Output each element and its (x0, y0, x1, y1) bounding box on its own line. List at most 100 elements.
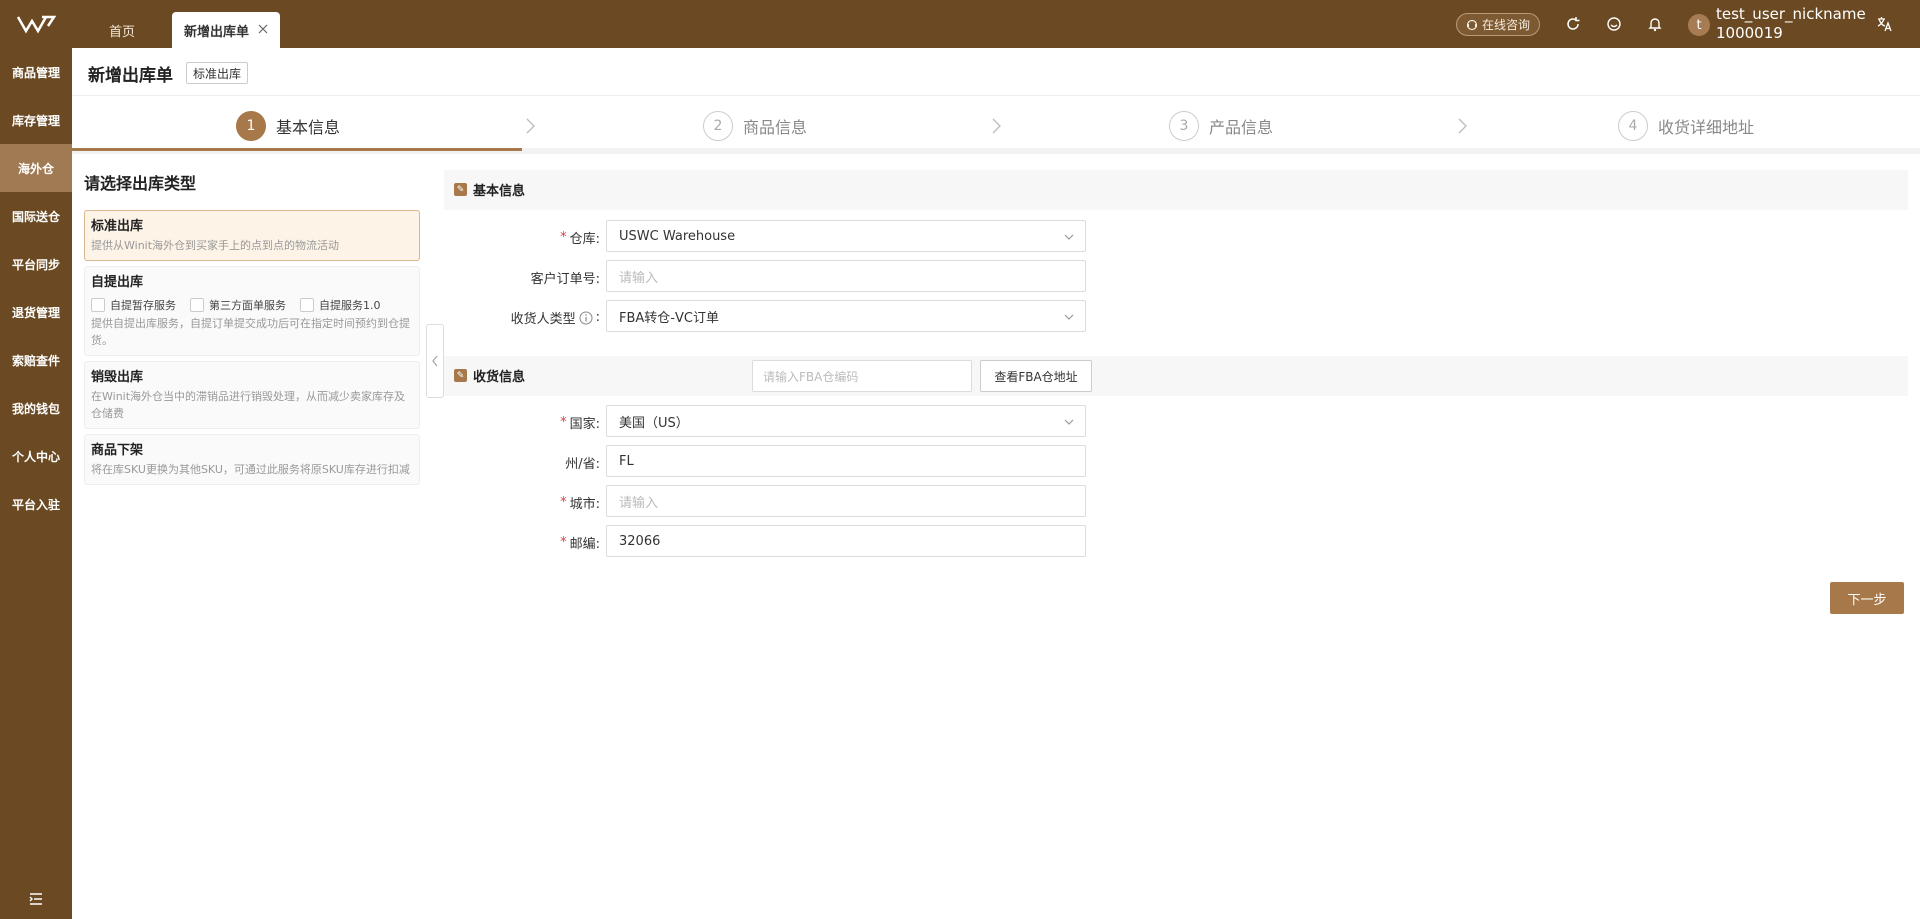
outbound-type-panel: 请选择出库类型 标准出库 提供从Winit海外仓到买家手上的点到点的物流活动 自… (84, 170, 420, 490)
state-input[interactable]: FL (606, 445, 1086, 477)
checkbox-temp-storage[interactable]: 自提暂存服务 (91, 297, 176, 313)
type-name: 标准出库 (91, 219, 144, 234)
section-title: ✎ 收货信息 (454, 366, 525, 385)
translate-icon[interactable] (1874, 14, 1894, 34)
checkbox-label: 自提服务1.0 (319, 299, 381, 312)
step-label: 产品信息 (1209, 118, 1274, 137)
tab-home[interactable]: 首页 (90, 12, 154, 48)
row-country: * 国家: 美国（US） (444, 405, 1144, 437)
order-number-input[interactable]: 请输入 (606, 260, 1086, 292)
top-bar: 首页 新增出库单 在线咨询 t test_user_nickname 10000… (0, 0, 1920, 48)
sidebar-item-platform-sync[interactable]: 平台同步 (0, 240, 72, 288)
sidebar-item-inventory[interactable]: 库存管理 (0, 96, 72, 144)
sidebar-item-returns[interactable]: 退货管理 (0, 288, 72, 336)
row-city: * 城市: 请输入 (444, 485, 1144, 517)
close-icon[interactable] (256, 22, 270, 36)
checkbox-label: 自提暂存服务 (110, 299, 176, 312)
type-card-destroy[interactable]: 销毁出库 在Winit海外仓当中的滞销品进行销毁处理，从而减少卖家库存及仓储费 (84, 361, 420, 429)
type-card-self-pickup[interactable]: 自提出库 自提暂存服务 第三方面单服务 自提服务1.0 提供自提出库服务，自提订… (84, 266, 420, 356)
sidebar-item-overseas-warehouse[interactable]: 海外仓 (0, 144, 72, 192)
logo[interactable] (0, 0, 72, 48)
view-fba-address-button[interactable]: 查看FBA仓地址 (980, 360, 1092, 392)
row-consignee-type: 收货人类型 : FBA转仓-VC订单 (444, 300, 1144, 332)
section-icon: ✎ (454, 369, 467, 382)
tab-new-outbound[interactable]: 新增出库单 (172, 12, 280, 48)
avatar[interactable]: t (1688, 14, 1710, 36)
checkbox-third-party-label[interactable]: 第三方面单服务 (190, 297, 286, 313)
sidebar-item-goods[interactable]: 商品管理 (0, 48, 72, 96)
step-number: 4 (1618, 111, 1648, 141)
chevron-right-icon (992, 118, 1001, 134)
page-title: 新增出库单 (88, 66, 173, 86)
refresh-icon[interactable] (1563, 14, 1583, 34)
service-options: 自提暂存服务 第三方面单服务 自提服务1.0 (91, 297, 413, 313)
label-order-number: 客户订单号: (530, 272, 600, 287)
bell-icon[interactable] (1645, 14, 1665, 34)
type-desc: 提供从Winit海外仓到买家手上的点到点的物流活动 (91, 239, 340, 252)
step-basic-info[interactable]: 1 基本信息 (236, 110, 340, 142)
online-consult-button[interactable]: 在线咨询 (1456, 13, 1540, 36)
checkbox-pickup-v1[interactable]: 自提服务1.0 (300, 297, 381, 313)
section-icon: ✎ (454, 183, 467, 196)
city-input[interactable]: 请输入 (606, 485, 1086, 517)
step-delivery-address[interactable]: 4 收货详细地址 (1618, 110, 1754, 142)
label-consignee-type: 收货人类型 : (510, 310, 600, 327)
zip-input[interactable]: 32066 (606, 525, 1086, 557)
step-goods-info[interactable]: 2 商品信息 (703, 110, 807, 142)
step-label: 基本信息 (276, 118, 341, 137)
sidebar-item-international[interactable]: 国际送仓 (0, 192, 72, 240)
step-number: 1 (236, 111, 266, 141)
country-select[interactable]: 美国（US） (606, 405, 1086, 437)
step-product-info[interactable]: 3 产品信息 (1169, 110, 1273, 142)
row-zip: * 邮编: 32066 (444, 525, 1144, 557)
panel-collapse-handle[interactable] (426, 324, 444, 398)
active-step-indicator (72, 148, 522, 151)
input-placeholder: 请输入FBA仓编码 (763, 369, 859, 384)
checkbox-box[interactable] (190, 298, 204, 312)
step-label: 收货详细地址 (1658, 118, 1755, 137)
row-warehouse: * 仓库: USWC Warehouse (444, 220, 1144, 252)
chevron-down-icon (1064, 314, 1074, 320)
menu-collapse-icon[interactable] (0, 887, 72, 911)
row-order-number: 客户订单号: 请输入 (444, 260, 1144, 292)
step-label: 商品信息 (743, 118, 808, 137)
label-zip: * 邮编: (560, 535, 600, 552)
consult-label: 在线咨询 (1481, 18, 1530, 32)
sidebar-item-personal[interactable]: 个人中心 (0, 432, 72, 480)
select-value: FBA转仓-VC订单 (619, 310, 719, 326)
sidebar-item-platform-join[interactable]: 平台入驻 (0, 480, 72, 528)
type-desc: 提供自提出库服务，自提订单提交成功后可在指定时间预约到仓提货。 (91, 317, 410, 347)
fba-code-input[interactable]: 请输入FBA仓编码 (752, 360, 972, 392)
smile-icon[interactable] (1604, 14, 1624, 34)
input-placeholder: 请输入 (619, 270, 659, 286)
sidebar-item-wallet[interactable]: 我的钱包 (0, 384, 72, 432)
type-card-standard[interactable]: 标准出库 提供从Winit海外仓到买家手上的点到点的物流活动 (84, 210, 420, 261)
step-number: 2 (703, 111, 733, 141)
sidebar-item-claims[interactable]: 索赔查件 (0, 336, 72, 384)
section-title-text: 基本信息 (473, 184, 526, 199)
input-value: 32066 (619, 533, 661, 549)
info-icon[interactable] (579, 311, 593, 325)
sidebar: 商品管理 库存管理 海外仓 国际送仓 平台同步 退货管理 索赔查件 我的钱包 个… (0, 48, 72, 919)
next-step-button[interactable]: 下一步 (1830, 582, 1904, 614)
checkbox-box[interactable] (91, 298, 105, 312)
section-title-text: 收货信息 (473, 370, 526, 385)
warehouse-select[interactable]: USWC Warehouse (606, 220, 1086, 252)
select-value: USWC Warehouse (619, 228, 736, 244)
type-name: 自提出库 (91, 275, 144, 290)
consignee-type-select[interactable]: FBA转仓-VC订单 (606, 300, 1086, 332)
type-desc: 在Winit海外仓当中的滞销品进行销毁处理，从而减少卖家库存及仓储费 (91, 390, 406, 420)
type-card-delist[interactable]: 商品下架 将在库SKU更换为其他SKU，可通过此服务将原SKU库存进行扣减 (84, 434, 420, 485)
label-country: * 国家: (560, 415, 600, 432)
user-id: 1000019 (1716, 24, 1783, 42)
page-header: 新增出库单 标准出库 (72, 48, 1920, 96)
tab-label: 新增出库单 (184, 24, 250, 40)
row-state: 州/省: FL (444, 445, 1144, 477)
step-number: 3 (1169, 111, 1199, 141)
steps-bar: 1 基本信息 2 商品信息 3 产品信息 4 收货详细地址 (72, 96, 1920, 154)
type-name: 销毁出库 (91, 370, 144, 385)
label-city: * 城市: (560, 495, 600, 512)
chevron-down-icon (1064, 419, 1074, 425)
username[interactable]: test_user_nickname (1716, 5, 1866, 23)
checkbox-box[interactable] (300, 298, 314, 312)
